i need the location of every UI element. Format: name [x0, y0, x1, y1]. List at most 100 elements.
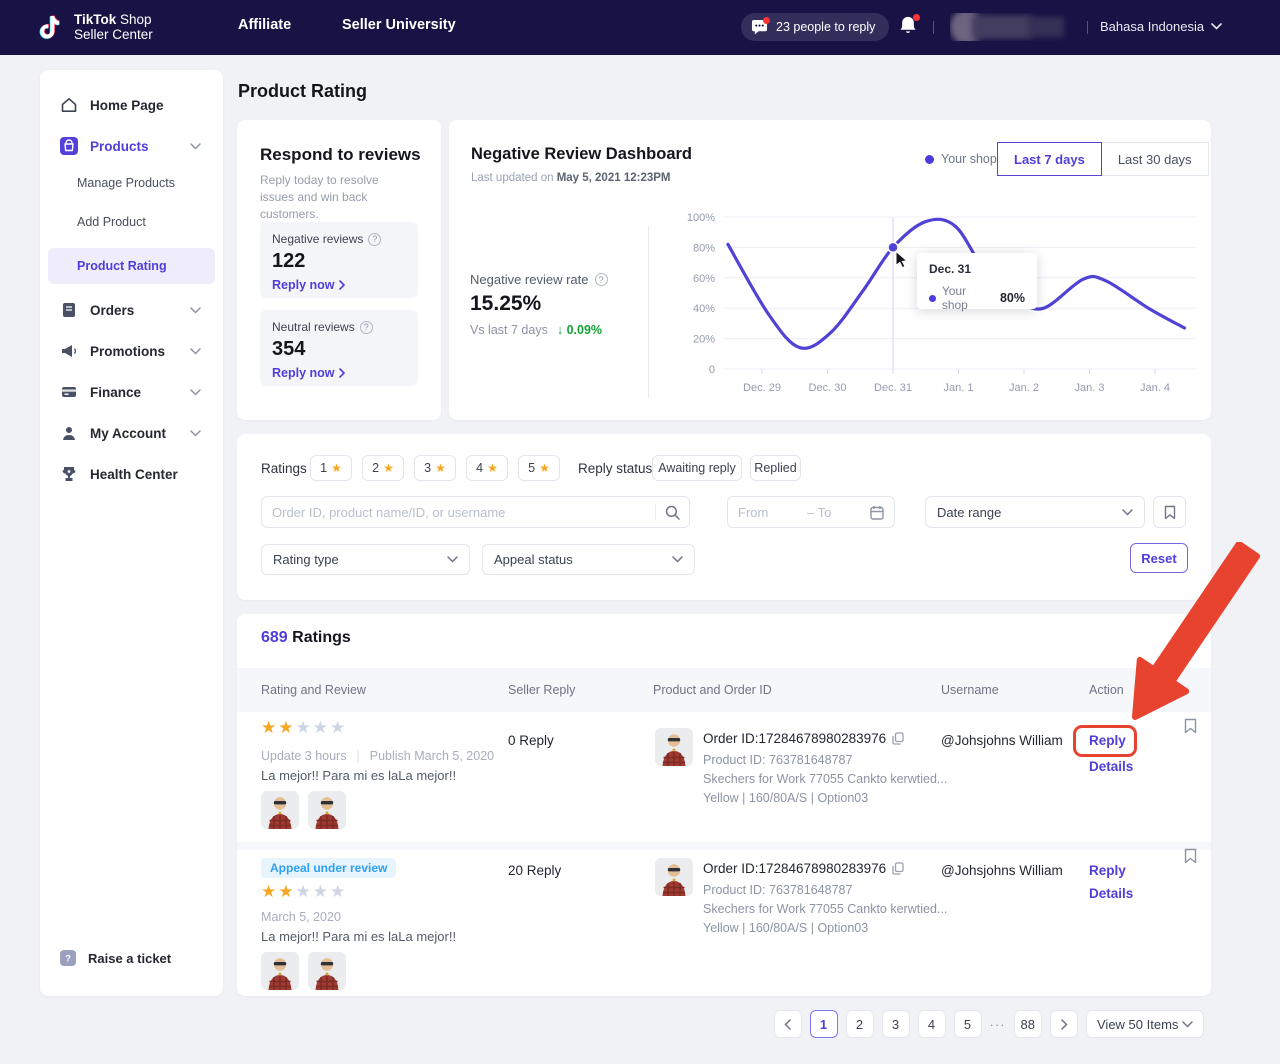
sidebar-item-product-rating[interactable]: Product Rating	[48, 248, 215, 284]
reply-badge-label: 23 people to reply	[776, 20, 875, 34]
review-text: La mejor!! Para mi es laLa mejor!!	[261, 929, 456, 944]
product-image[interactable]	[655, 858, 693, 896]
column-seller-reply: Seller Reply	[508, 683, 575, 697]
rating-type-select[interactable]: Rating type	[261, 544, 470, 575]
bookmark-icon[interactable]	[1184, 718, 1197, 734]
negative-reviews-box: Negative reviews? 122 Reply now	[260, 222, 418, 298]
next-page-button[interactable]	[1050, 1010, 1078, 1038]
date-from-to-field[interactable]: From – To	[727, 496, 895, 528]
dashboard-title: Negative Review Dashboard	[471, 145, 692, 164]
svg-text:100%: 100%	[687, 212, 715, 224]
svg-text:Jan. 4: Jan. 4	[1140, 382, 1170, 394]
sidebar-item-health-center[interactable]: Health Center	[48, 454, 215, 494]
chevron-down-icon	[672, 556, 683, 563]
help-icon[interactable]: ?	[368, 233, 381, 246]
chart-legend: Your shop	[925, 152, 997, 166]
page-4-button[interactable]: 4	[918, 1010, 946, 1038]
review-photo[interactable]	[308, 952, 346, 990]
nav-link-affiliate[interactable]: Affiliate	[238, 17, 291, 33]
logo-brand-light: Shop	[116, 12, 151, 27]
saved-filter-bookmark-button[interactable]	[1153, 496, 1186, 528]
details-action-link[interactable]: Details	[1089, 886, 1133, 901]
reply-now-link[interactable]: Reply now	[272, 366, 406, 380]
legend-label: Your shop	[941, 152, 997, 166]
bell-icon[interactable]	[898, 15, 918, 40]
bookmark-icon[interactable]	[1184, 848, 1197, 864]
question-icon: ?	[60, 950, 76, 966]
reply-now-link[interactable]: Reply now	[272, 278, 406, 292]
product-variant: Yellow | 160/80A/S | Option03	[703, 921, 868, 935]
copy-icon[interactable]	[892, 732, 904, 745]
product-name: Skechers for Work 77055 Cankto kerwtied.…	[703, 902, 947, 916]
previous-page-button[interactable]	[774, 1010, 802, 1038]
review-text: La mejor!! Para mi es laLa mejor!!	[261, 768, 456, 783]
nav-link-seller-university[interactable]: Seller University	[342, 17, 456, 33]
logo-text: TikTok Shop Seller Center	[74, 12, 153, 42]
product-image[interactable]	[655, 728, 693, 766]
sidebar-item-home-page[interactable]: Home Page	[48, 85, 215, 125]
column-product-and-order-id: Product and Order ID	[653, 683, 772, 697]
arrow-down-icon: ↓	[557, 323, 563, 337]
language-selector[interactable]: Bahasa Indonesia	[1100, 19, 1222, 34]
star-icon: ★	[435, 461, 446, 475]
logo-brand: TikTok	[74, 12, 116, 27]
order-id: Order ID:17284678980283976	[703, 731, 904, 746]
page-88-button[interactable]: 88	[1014, 1010, 1042, 1038]
copy-icon[interactable]	[892, 862, 904, 875]
rating-filter-2-star[interactable]: 2★	[362, 455, 404, 481]
bookmark-icon	[1164, 505, 1176, 520]
search-input[interactable]	[262, 497, 655, 527]
awaiting-reply-filter[interactable]: Awaiting reply	[652, 455, 742, 481]
chevron-down-icon	[190, 430, 201, 437]
tiktok-shop-logo[interactable]: TikTok Shop Seller Center	[38, 12, 153, 42]
sidebar-item-products[interactable]: Products	[48, 126, 215, 166]
sidebar-item-finance[interactable]: Finance	[48, 372, 215, 412]
details-action-link[interactable]: Details	[1089, 759, 1133, 774]
divider	[1087, 21, 1088, 34]
review-photo[interactable]	[261, 791, 299, 829]
help-icon[interactable]: ?	[595, 273, 608, 286]
svg-text:Jan. 3: Jan. 3	[1075, 382, 1105, 394]
people-to-reply-badge[interactable]: 23 people to reply	[741, 13, 889, 41]
page-2-button[interactable]: 2	[846, 1010, 874, 1038]
sidebar-item-my-account[interactable]: My Account	[48, 413, 215, 453]
appeal-status-select[interactable]: Appeal status	[482, 544, 695, 575]
ratings-filter-label: Ratings	[261, 461, 307, 476]
rating-filter-4-star[interactable]: 4★	[466, 455, 508, 481]
review-photo[interactable]	[308, 791, 346, 829]
sidebar-item-promotions[interactable]: Promotions	[48, 331, 215, 371]
product-id: Product ID: 763781648787	[703, 753, 852, 767]
chevron-down-icon	[190, 389, 201, 396]
page-5-button[interactable]: 5	[954, 1010, 982, 1038]
help-icon[interactable]: ?	[360, 321, 373, 334]
legend-dot-icon	[929, 295, 936, 302]
last-7-days-button[interactable]: Last 7 days	[997, 142, 1102, 176]
sidebar-item-add-product[interactable]: Add Product	[48, 209, 215, 235]
page-1-button[interactable]: 1	[810, 1010, 838, 1038]
items-per-page-select[interactable]: View 50 Items	[1086, 1010, 1204, 1038]
svg-text:Jan. 1: Jan. 1	[944, 382, 974, 394]
sidebar-item-orders[interactable]: Orders	[48, 290, 215, 330]
tooltip-date: Dec. 31	[929, 262, 1025, 276]
rating-filter-3-star[interactable]: 3★	[414, 455, 456, 481]
respond-card-title: Respond to reviews	[260, 145, 421, 165]
date-range-select[interactable]: Date range	[925, 496, 1145, 528]
user-account-blurred[interactable]	[950, 13, 1068, 41]
sidebar-raise-a-ticket[interactable]: ? Raise a ticket	[48, 944, 215, 972]
chart-tooltip: Dec. 31 Your shop 80%	[917, 253, 1037, 309]
sidebar-item-manage-products[interactable]: Manage Products	[48, 170, 215, 196]
reset-button[interactable]: Reset	[1130, 543, 1188, 573]
ratings-count: 689	[261, 629, 288, 646]
top-navbar: TikTok Shop Seller Center Affiliate Sell…	[0, 0, 1280, 55]
replied-filter[interactable]: Replied	[750, 455, 801, 481]
rating-filter-5-star[interactable]: 5★	[518, 455, 560, 481]
reply-action-link[interactable]: Reply	[1089, 863, 1126, 878]
search-field	[261, 496, 690, 528]
page-3-button[interactable]: 3	[882, 1010, 910, 1038]
svg-text:Dec. 31: Dec. 31	[874, 382, 912, 394]
review-photo[interactable]	[261, 952, 299, 990]
divider	[648, 226, 649, 398]
rating-filter-1-star[interactable]: 1★	[310, 455, 352, 481]
last-30-days-button[interactable]: Last 30 days	[1101, 142, 1209, 176]
search-icon[interactable]	[656, 505, 689, 520]
